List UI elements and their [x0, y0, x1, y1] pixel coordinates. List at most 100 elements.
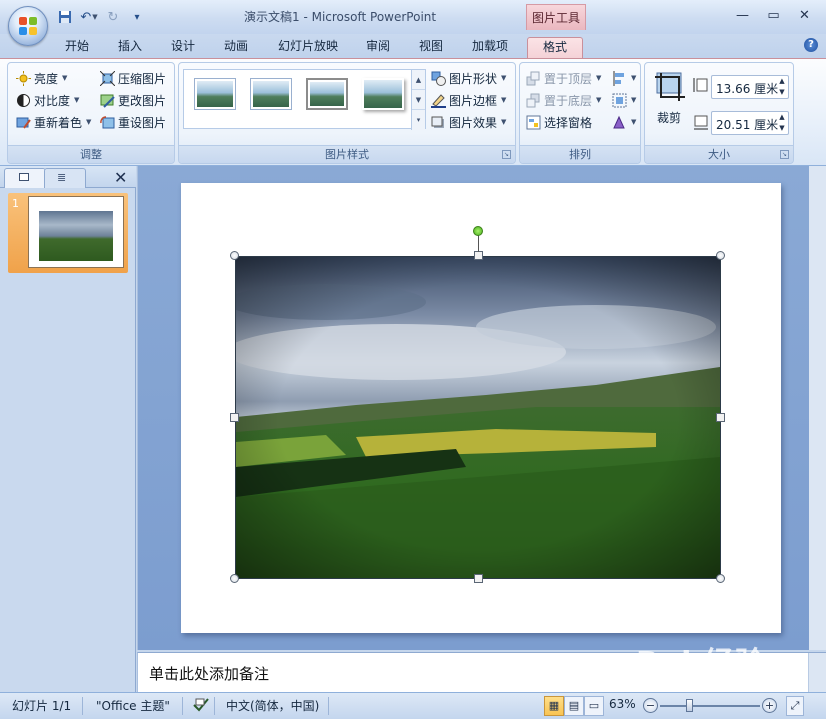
picture-style-thumb[interactable] [250, 78, 292, 110]
picture-style-thumb[interactable] [194, 78, 236, 110]
slide-sorter-view-button[interactable]: ▤ [564, 696, 584, 716]
notes-placeholder[interactable]: 单击此处添加备注 [149, 663, 269, 684]
picture-border-button[interactable]: 图片边框 ▼ [431, 90, 506, 110]
landscape-picture[interactable] [226, 226, 725, 583]
picture-styles-gallery[interactable]: ▲ ▼ ▾ [183, 69, 426, 130]
slide-thumbnail[interactable] [28, 196, 124, 268]
tab-animations[interactable]: 动画 [214, 37, 258, 58]
recolor-button[interactable]: 重新着色 ▼ [16, 112, 91, 132]
gallery-more-icon[interactable]: ▾ [412, 110, 425, 130]
zoom-slider[interactable] [660, 705, 760, 707]
notes-pane[interactable]: 单击此处添加备注 [137, 652, 826, 693]
picture-style-thumb[interactable] [306, 78, 348, 110]
size-dialog-launcher-icon[interactable]: ↘ [780, 150, 789, 159]
slide-thumbnail-selected[interactable]: 1 [8, 193, 128, 273]
vertical-scrollbar[interactable] [809, 166, 826, 650]
resize-handle-top-left[interactable] [230, 251, 239, 260]
send-to-back-button[interactable]: 置于底层 ▼ [526, 90, 601, 110]
change-picture-icon [100, 93, 115, 108]
slides-pane: ≣ ✕ 1 [0, 166, 136, 692]
resize-handle-bottom-right[interactable] [716, 574, 725, 583]
redo-icon[interactable]: ↻ [104, 9, 122, 25]
notes-scrollbar[interactable] [808, 653, 826, 693]
brightness-button[interactable]: 亮度 ▼ [16, 68, 67, 88]
width-spin-arrows[interactable]: ▲ ▼ [776, 112, 788, 134]
tab-slideshow[interactable]: 幻灯片放映 [268, 37, 348, 58]
help-icon[interactable]: ? [804, 38, 818, 52]
tab-review[interactable]: 审阅 [356, 37, 400, 58]
close-button[interactable]: ✕ [789, 4, 820, 26]
width-spinner[interactable]: 20.51 厘米 ▲ ▼ [711, 111, 789, 135]
spell-check-icon[interactable] [192, 697, 210, 716]
minimize-button[interactable]: — [727, 4, 758, 26]
group-arrange-label: 排列 [520, 145, 640, 163]
effects-icon [431, 115, 446, 130]
tab-addins[interactable]: 加载项 [462, 37, 518, 58]
change-picture-label: 更改图片 [118, 93, 167, 108]
align-button[interactable]: ▼ [612, 68, 636, 88]
save-icon[interactable] [56, 9, 74, 25]
slide-canvas[interactable] [181, 183, 781, 633]
rotate-button[interactable]: ▼ [612, 112, 636, 132]
picture-effects-button[interactable]: 图片效果 ▼ [431, 112, 506, 132]
maximize-button[interactable]: ▭ [758, 4, 789, 26]
bring-to-front-button[interactable]: 置于顶层 ▼ [526, 68, 601, 88]
contrast-icon [16, 93, 31, 108]
resize-handle-bottom[interactable] [474, 574, 483, 583]
office-logo-icon [19, 17, 37, 35]
contrast-button[interactable]: 对比度 ▼ [16, 90, 79, 110]
reset-picture-button[interactable]: 重设图片 [100, 112, 166, 132]
height-spinner[interactable]: 13.66 厘米 ▲ ▼ [711, 75, 789, 99]
contrast-label: 对比度 [34, 93, 71, 108]
undo-icon[interactable]: ↶ ▼ [80, 9, 98, 25]
resize-handle-left[interactable] [230, 413, 239, 422]
compress-pictures-button[interactable]: 压缩图片 [99, 68, 166, 88]
picture-border-label: 图片边框 [449, 93, 498, 108]
resize-handle-bottom-left[interactable] [230, 574, 239, 583]
tab-home[interactable]: 开始 [55, 37, 99, 58]
tab-view[interactable]: 视图 [409, 37, 453, 58]
resize-handle-top[interactable] [474, 251, 483, 260]
gallery-up-icon[interactable]: ▲ [412, 70, 425, 90]
normal-view-button[interactable]: ▦ [544, 696, 564, 716]
gallery-down-icon[interactable]: ▼ [412, 90, 425, 110]
change-picture-button[interactable]: 更改图片 [100, 90, 166, 110]
tab-format[interactable]: 格式 [527, 37, 583, 58]
office-button[interactable] [8, 6, 48, 46]
crop-button[interactable]: 裁剪 [651, 69, 691, 131]
zoom-level[interactable]: 63% [609, 697, 636, 711]
height-spin-arrows[interactable]: ▲ ▼ [776, 76, 788, 98]
tab-design[interactable]: 设计 [161, 37, 205, 58]
group-picture-styles-label: 图片样式 [179, 145, 515, 163]
picture-style-thumb[interactable] [362, 78, 404, 110]
close-pane-icon[interactable]: ✕ [114, 168, 127, 187]
send-to-back-label: 置于底层 [544, 93, 593, 108]
resize-handle-top-right[interactable] [716, 251, 725, 260]
tab-insert[interactable]: 插入 [108, 37, 152, 58]
ribbon-tabs: 开始 插入 设计 动画 幻灯片放映 审阅 视图 加载项 格式 ? [0, 34, 826, 58]
landscape-image [226, 257, 720, 578]
group-objects-button[interactable]: ▼ [612, 90, 636, 110]
zoom-in-button[interactable]: + [762, 698, 777, 713]
selection-pane-button[interactable]: 选择窗格 [526, 112, 592, 132]
fit-to-window-button[interactable]: ⤢ [786, 696, 804, 716]
group-size: 裁剪 13.66 厘米 ▲ ▼ 20.51 厘米 ▲ ▼ 大小 ↘ [644, 62, 794, 164]
rotate-line [478, 235, 479, 252]
language-indicator[interactable]: 中文(简体，中国) [226, 697, 319, 714]
slideshow-view-button[interactable]: ▭ [584, 696, 604, 716]
picture-shape-button[interactable]: 图片形状 ▼ [431, 68, 506, 88]
selection-pane-label: 选择窗格 [544, 115, 593, 130]
rotate-handle[interactable] [473, 226, 483, 236]
outline-tab[interactable]: ≣ [44, 168, 86, 188]
slides-tab[interactable] [4, 168, 46, 188]
bring-front-icon [526, 71, 541, 86]
resize-handle-right[interactable] [716, 413, 725, 422]
picture-shape-label: 图片形状 [449, 71, 498, 86]
group-picture-styles: ▲ ▼ ▾ 图片形状 ▼ 图片边框 ▼ 图片效果 ▼ 图片样式 ↘ [178, 62, 516, 164]
customize-qat-icon[interactable]: ▾ [128, 9, 146, 25]
zoom-out-button[interactable]: − [643, 698, 658, 713]
zoom-slider-thumb[interactable] [686, 699, 693, 712]
dialog-launcher-icon[interactable]: ↘ [502, 150, 511, 159]
gallery-scroll: ▲ ▼ ▾ [411, 70, 425, 130]
group-objects-icon [612, 93, 627, 108]
